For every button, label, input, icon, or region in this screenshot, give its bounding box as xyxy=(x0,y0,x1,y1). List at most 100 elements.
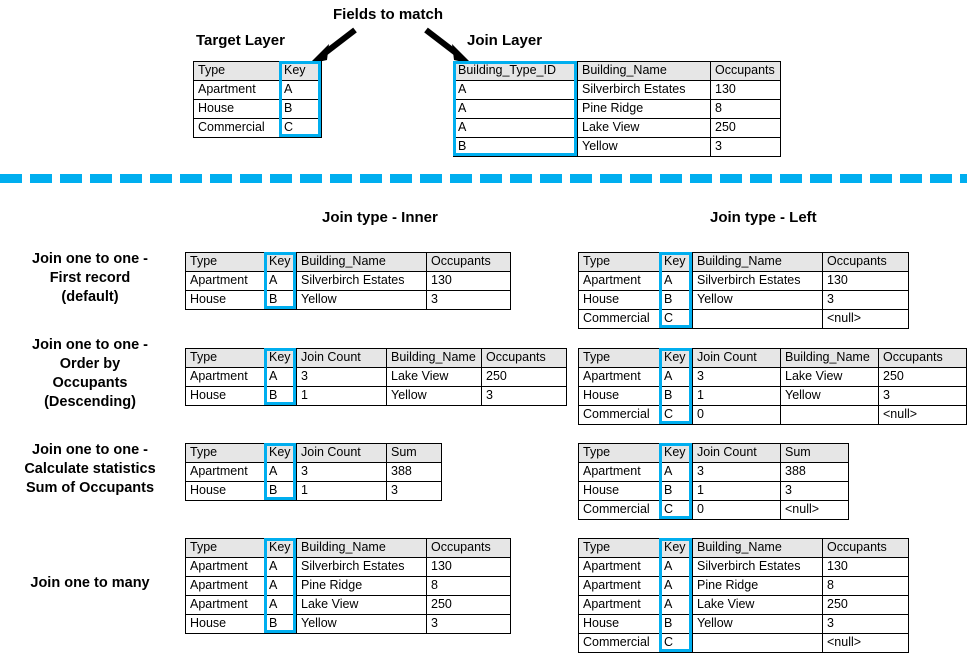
table-cell: House xyxy=(578,481,660,501)
table-cell: Apartment xyxy=(578,462,660,482)
table-header-row: Type Key Join Count Sum xyxy=(578,443,849,463)
row-label-line: First record xyxy=(49,270,131,286)
table-header-row: Type Key Building_Name Occupants xyxy=(185,538,511,558)
table-cell: C xyxy=(659,633,693,653)
table-cell: Yellow xyxy=(296,290,427,310)
table-cell: Apartment xyxy=(185,271,265,291)
table-cell: 3 xyxy=(426,290,511,310)
table-cell: Yellow xyxy=(692,614,823,634)
column-header: Key xyxy=(264,348,297,368)
table-row: Apartment A Lake View 250 xyxy=(578,595,909,615)
table-row: Apartment A 3 388 xyxy=(185,462,442,482)
table-cell: Apartment xyxy=(185,557,265,577)
table-cell: A xyxy=(659,576,693,596)
table-row: Apartment A 3 Lake View 250 xyxy=(185,367,567,387)
table-cell: Pine Ridge xyxy=(692,576,823,596)
column-header: Key xyxy=(264,252,297,272)
table-row: Apartment A Silverbirch Estates 130 xyxy=(185,557,511,577)
table-cell: 8 xyxy=(822,576,909,596)
table-cell: A xyxy=(264,595,297,615)
table-cell: <null> xyxy=(822,633,909,653)
row-label-statistics: Join one to one - Calculate statistics S… xyxy=(0,441,180,498)
table-row: Apartment A 3 Lake View 250 xyxy=(578,367,967,387)
table-cell: Yellow xyxy=(692,290,823,310)
table-cell: 250 xyxy=(878,367,967,387)
table-cell: B xyxy=(453,137,578,157)
column-header: Occupants xyxy=(426,538,511,558)
table-cell: 3 xyxy=(710,137,781,157)
table-cell: B xyxy=(264,386,297,406)
column-header: Building_Name xyxy=(296,538,427,558)
result-left-order-by-table: Type Key Join Count Building_Name Occupants A… xyxy=(578,348,967,425)
row-label-line: Join one to one - xyxy=(32,251,148,267)
table-cell: Lake View xyxy=(692,595,823,615)
table-cell: A xyxy=(659,557,693,577)
table-cell: Commercial xyxy=(578,309,660,329)
column-header: Occupants xyxy=(710,61,781,81)
column-header: Type xyxy=(185,348,265,368)
table-cell: 0 xyxy=(692,500,781,520)
result-inner-first-record-wrap: Type Key Building_Name Occupants Apartment A S… xyxy=(185,252,511,310)
table-cell: Commercial xyxy=(578,405,660,425)
table-cell: Apartment xyxy=(185,367,265,387)
table-cell: Lake View xyxy=(386,367,482,387)
table-cell: Pine Ridge xyxy=(296,576,427,596)
table-row: B Yellow 3 xyxy=(453,137,781,157)
table-cell: House xyxy=(578,386,660,406)
table-row: Commercial C 0 <null> xyxy=(578,405,967,425)
result-left-statistics-table: Type Key Join Count Sum Apartment A 3 388 House B… xyxy=(578,443,849,520)
join-layer-table-wrap: Building_Type_ID Building_Name Occupants A S… xyxy=(453,61,781,157)
column-header: Building_Type_ID xyxy=(453,61,578,81)
table-cell: A xyxy=(659,595,693,615)
table-cell: Apartment xyxy=(185,595,265,615)
table-cell: A xyxy=(453,118,578,138)
column-header: Key xyxy=(264,443,297,463)
table-cell: Silverbirch Estates xyxy=(296,557,427,577)
result-inner-first-record-table: Type Key Building_Name Occupants Apartment A S… xyxy=(185,252,511,310)
table-cell: House xyxy=(185,614,265,634)
table-row: Apartment A 3 388 xyxy=(578,462,849,482)
table-cell: 130 xyxy=(822,271,909,291)
row-label-line: (Descending) xyxy=(44,394,136,410)
table-cell: 250 xyxy=(710,118,781,138)
table-row: Apartment A Silverbirch Estates 130 xyxy=(578,271,909,291)
table-row: House B Yellow 3 xyxy=(578,614,909,634)
table-cell: 8 xyxy=(710,99,781,119)
result-left-order-by-wrap: Type Key Join Count Building_Name Occupants A… xyxy=(578,348,967,425)
table-cell: Apartment xyxy=(185,576,265,596)
table-cell: Yellow xyxy=(577,137,711,157)
column-header: Key xyxy=(279,61,322,81)
table-row: Commercial C xyxy=(193,118,322,138)
row-label-line: (default) xyxy=(61,289,119,305)
row-label-order-by: Join one to one - Order by Occupants (De… xyxy=(0,336,180,412)
table-cell: 250 xyxy=(426,595,511,615)
result-left-one-to-many-wrap: Type Key Building_Name Occupants Apartment A S… xyxy=(578,538,909,653)
table-row: Apartment A Lake View 250 xyxy=(185,595,511,615)
table-cell: Apartment xyxy=(578,557,660,577)
table-cell: House xyxy=(578,614,660,634)
table-row: House B 1 Yellow 3 xyxy=(185,386,567,406)
table-header-row: Type Key Building_Name Occupants xyxy=(578,252,909,272)
table-header-row: Type Key Building_Name Occupants xyxy=(578,538,909,558)
table-cell: <null> xyxy=(822,309,909,329)
column-header: Sum xyxy=(780,443,849,463)
row-label-one-to-many: Join one to many xyxy=(0,574,180,593)
table-row: Commercial C 0 <null> xyxy=(578,500,849,520)
table-row: House B 1 3 xyxy=(578,481,849,501)
row-label-line: Occupants xyxy=(52,375,128,391)
table-cell: 3 xyxy=(878,386,967,406)
arrow-to-target-key-icon xyxy=(309,27,357,64)
table-cell: Pine Ridge xyxy=(577,99,711,119)
table-cell: 1 xyxy=(296,386,387,406)
table-cell: B xyxy=(659,481,693,501)
table-header-row: Type Key Join Count Building_Name Occupants xyxy=(578,348,967,368)
table-cell: A xyxy=(659,271,693,291)
result-inner-statistics-wrap: Type Key Join Count Sum Apartment A 3 388 House B… xyxy=(185,443,442,501)
table-cell: Yellow xyxy=(780,386,879,406)
target-layer-table-wrap: Type Key Apartment A House B Commercial C xyxy=(193,61,322,138)
table-row: House B 1 Yellow 3 xyxy=(578,386,967,406)
table-cell: Lake View xyxy=(780,367,879,387)
row-label-line: Join one to many xyxy=(30,575,150,591)
table-cell: House xyxy=(185,386,265,406)
table-row: A Silverbirch Estates 130 xyxy=(453,80,781,100)
